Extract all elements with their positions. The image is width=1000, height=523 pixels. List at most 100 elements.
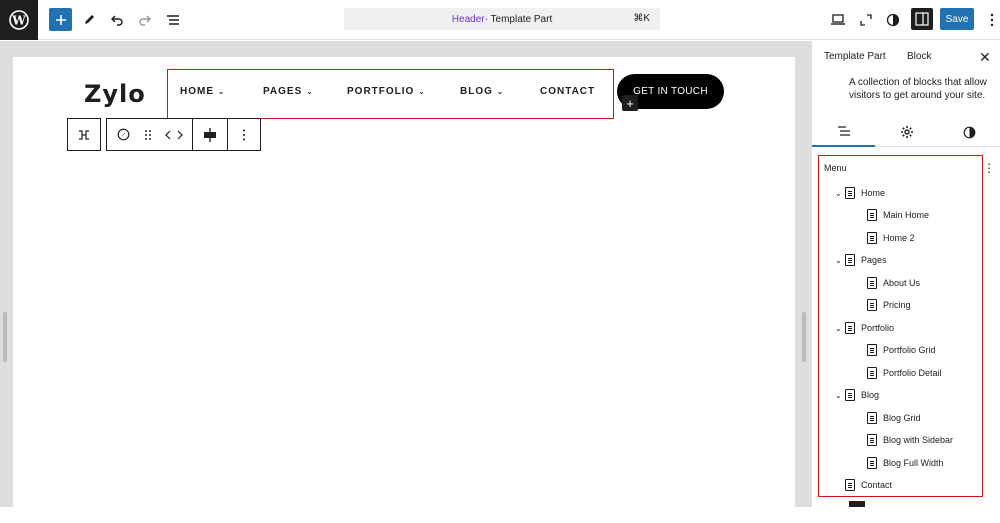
- menu-tree-item-label: Portfolio Detail: [883, 368, 942, 378]
- link-icon: [845, 479, 855, 491]
- page-icon: [867, 299, 877, 311]
- menu-tree-item-label: Portfolio: [861, 323, 895, 333]
- styles-contrast-icon[interactable]: [938, 117, 1000, 147]
- undo-icon[interactable]: [105, 8, 129, 32]
- page-icon: [867, 344, 877, 356]
- command-template-name: Header: [451, 13, 485, 25]
- menu-tree-item-label: Home: [861, 188, 886, 198]
- chevron-down-icon[interactable]: ⌄: [835, 189, 845, 198]
- menu-tree-item[interactable]: Home 2: [867, 231, 915, 245]
- menu-tree-item-label: Contact: [861, 480, 893, 490]
- menu-tree-item-label: Blog Full Width: [883, 458, 944, 468]
- menu-tree-item[interactable]: Portfolio Detail: [867, 366, 942, 380]
- add-inserter-icon[interactable]: +: [622, 95, 638, 111]
- menu-tree-item[interactable]: Pricing: [867, 298, 911, 312]
- menu-tree-item-label: Pricing: [883, 300, 911, 310]
- page-icon: [867, 434, 877, 446]
- page-icon: [867, 412, 877, 424]
- editor-topbar: W Header · Template Part ⌘K Save: [0, 0, 1000, 40]
- menu-tree-item-label: Main Home: [883, 210, 930, 220]
- drag-handle-icon[interactable]: [140, 119, 156, 150]
- page-icon: [867, 209, 877, 221]
- styles-icon[interactable]: [881, 8, 905, 32]
- chevron-down-icon: ⌄: [418, 87, 426, 96]
- block-toolbar: [106, 118, 261, 151]
- menu-tree-item[interactable]: Main Home: [867, 208, 929, 222]
- menu-tree-item[interactable]: Portfolio Grid: [867, 343, 936, 357]
- resize-handle-right[interactable]: [802, 312, 806, 362]
- menu-tree-item-label: Pages: [861, 255, 887, 265]
- page-icon: [845, 187, 855, 199]
- menu-tree-item[interactable]: ⌄ Home: [835, 186, 885, 200]
- menu-tree-item[interactable]: ⌄ Pages: [835, 253, 887, 267]
- menu-tree-item-label: About Us: [883, 278, 921, 288]
- page-icon: [845, 322, 855, 334]
- nav-item-contact[interactable]: CONTACT: [540, 86, 595, 97]
- document-overview-icon[interactable]: [161, 8, 185, 32]
- command-template-type: · Template Part: [484, 13, 553, 25]
- chevron-down-icon[interactable]: ⌄: [835, 324, 845, 333]
- resize-handle-left[interactable]: [3, 312, 7, 362]
- close-icon[interactable]: ✕: [979, 49, 991, 66]
- tab-template-part[interactable]: Template Part: [824, 51, 886, 62]
- nav-item-blog[interactable]: BLOG ⌄: [460, 86, 504, 97]
- add-block-button[interactable]: [49, 8, 72, 31]
- block-description: A collection of blocks that allow visito…: [849, 77, 987, 101]
- menu-tree-item[interactable]: Contact: [835, 478, 892, 492]
- block-options-icon[interactable]: [227, 119, 260, 150]
- nav-item-pages[interactable]: PAGES ⌄: [263, 86, 314, 97]
- site-logo[interactable]: Zylo: [84, 80, 146, 108]
- block-parent-selector[interactable]: [67, 118, 101, 151]
- wordpress-logo-icon[interactable]: W: [0, 0, 38, 40]
- nav-item-label: CONTACT: [540, 86, 596, 97]
- menu-tree-title: Menu: [824, 163, 847, 173]
- move-arrows-icon[interactable]: [156, 119, 192, 150]
- page-icon: [867, 232, 877, 244]
- menu-tree-item[interactable]: Blog Full Width: [867, 456, 944, 470]
- chevron-down-icon: ⌄: [496, 87, 505, 96]
- nav-item-home[interactable]: HOME ⌄: [180, 86, 225, 97]
- nav-item-label: HOME: [180, 86, 214, 97]
- page-icon: [867, 277, 877, 289]
- nav-item-label: BLOG: [460, 86, 493, 97]
- nav-item-label: PAGES: [263, 86, 303, 97]
- block-inspector-tabs: [812, 117, 1000, 147]
- page-icon: [845, 389, 855, 401]
- chevron-down-icon: ⌄: [306, 87, 314, 96]
- menu-tree-item[interactable]: Blog with Sidebar: [867, 433, 953, 447]
- menu-tree-item[interactable]: Blog Grid: [867, 411, 921, 425]
- page-icon: [867, 367, 877, 379]
- expand-icon[interactable]: [854, 8, 878, 32]
- menu-tree-item[interactable]: About Us: [867, 276, 920, 290]
- list-view-tab[interactable]: [812, 117, 875, 147]
- menu-tree-item-label: Blog Grid: [883, 413, 921, 423]
- svg-text:W: W: [11, 14, 26, 28]
- menu-options-icon[interactable]: ⋮: [983, 161, 995, 175]
- save-button[interactable]: Save: [940, 8, 974, 30]
- redo-icon[interactable]: [133, 8, 157, 32]
- command-shortcut: ⌘K: [633, 13, 650, 24]
- menu-tree-item-label: Home 2: [883, 233, 915, 243]
- menu-tree-item-label: Blog: [861, 390, 880, 400]
- justify-icon[interactable]: [192, 119, 227, 150]
- compass-icon[interactable]: [107, 119, 140, 150]
- navigation-parent-icon[interactable]: [68, 119, 100, 150]
- tab-block[interactable]: Block: [907, 51, 931, 62]
- options-menu-icon[interactable]: [980, 8, 1000, 32]
- chevron-down-icon[interactable]: ⌄: [835, 256, 845, 265]
- desktop-view-icon[interactable]: [826, 8, 850, 32]
- panel-bottom-indicator: [849, 501, 865, 507]
- page-icon: [867, 457, 877, 469]
- nav-item-label: PORTFOLIO: [347, 86, 415, 97]
- chevron-down-icon: ⌄: [217, 87, 226, 96]
- edit-tool-icon[interactable]: [77, 8, 101, 32]
- page-icon: [845, 254, 855, 266]
- menu-tree-item[interactable]: ⌄ Blog: [835, 388, 879, 402]
- command-palette-bar[interactable]: Header · Template Part ⌘K: [344, 8, 660, 30]
- menu-tree-item-label: Blog with Sidebar: [883, 435, 954, 445]
- menu-tree-item[interactable]: ⌄ Portfolio: [835, 321, 894, 335]
- nav-item-portfolio[interactable]: PORTFOLIO ⌄: [347, 86, 426, 97]
- settings-sidebar-toggle[interactable]: [911, 8, 933, 30]
- settings-gear-icon[interactable]: [875, 117, 938, 147]
- chevron-down-icon[interactable]: ⌄: [835, 391, 845, 400]
